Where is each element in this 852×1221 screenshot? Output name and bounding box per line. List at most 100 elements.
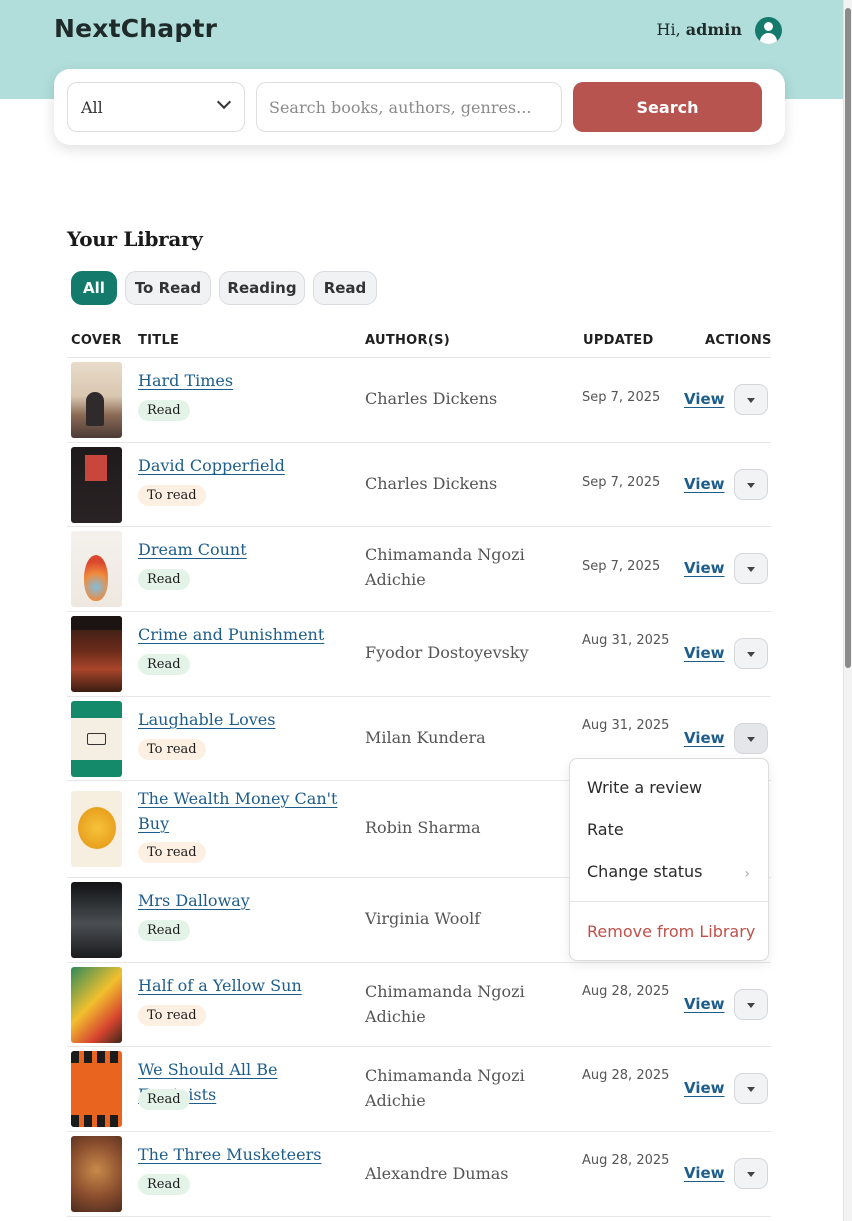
user-avatar-icon[interactable] bbox=[755, 17, 782, 44]
user-greeting: Hi, admin bbox=[657, 20, 742, 39]
book-author: Virginia Woolf bbox=[365, 909, 481, 928]
book-title-link[interactable]: The Wealth Money Can't Buy bbox=[138, 786, 358, 836]
filter-all[interactable]: All bbox=[71, 271, 117, 305]
scrollbar-thumb[interactable] bbox=[845, 8, 851, 668]
book-author: Chimamanda Ngozi Adichie bbox=[365, 545, 525, 589]
book-title-link[interactable]: Dream Count bbox=[138, 537, 358, 562]
chevron-right-icon: › bbox=[744, 866, 750, 882]
menu-item-change-status[interactable]: Change status bbox=[587, 862, 703, 881]
status-badge: Read bbox=[138, 1089, 190, 1110]
table-row: Crime and Punishment Read Fyodor Dostoye… bbox=[67, 612, 771, 696]
book-cover-image[interactable] bbox=[71, 791, 122, 867]
table-row: Hard Times Read Charles Dickens Sep 7, 2… bbox=[67, 358, 771, 442]
menu-item-write-review[interactable]: Write a review bbox=[587, 778, 702, 797]
actions-menu: Write a review Rate Change status › Remo… bbox=[569, 758, 769, 961]
book-title-link[interactable]: David Copperfield bbox=[138, 453, 358, 478]
updated-date: Aug 31, 2025 bbox=[582, 633, 670, 648]
status-badge: To read bbox=[138, 1005, 206, 1026]
search-button[interactable]: Search bbox=[573, 82, 762, 132]
actions-dropdown-button[interactable] bbox=[734, 1158, 768, 1189]
view-link[interactable]: View bbox=[684, 729, 725, 747]
book-cover-image[interactable] bbox=[71, 531, 122, 607]
updated-date: Aug 28, 2025 bbox=[582, 1153, 670, 1168]
updated-date: Sep 7, 2025 bbox=[582, 390, 661, 405]
view-link[interactable]: View bbox=[684, 475, 725, 493]
view-link[interactable]: View bbox=[684, 995, 725, 1013]
chevron-down-icon bbox=[216, 94, 232, 110]
menu-item-rate[interactable]: Rate bbox=[587, 820, 624, 839]
book-author: Alexandre Dumas bbox=[365, 1164, 509, 1183]
book-cover-image[interactable] bbox=[71, 362, 122, 438]
row-divider bbox=[67, 1216, 771, 1217]
updated-date: Sep 7, 2025 bbox=[582, 559, 661, 574]
filter-to-read[interactable]: To Read bbox=[125, 271, 211, 305]
menu-divider bbox=[570, 901, 768, 902]
updated-date: Aug 28, 2025 bbox=[582, 984, 670, 999]
book-author: Milan Kundera bbox=[365, 728, 486, 747]
book-author: Chimamanda Ngozi Adichie bbox=[365, 982, 525, 1026]
status-badge: To read bbox=[138, 485, 206, 506]
username: admin bbox=[685, 20, 742, 39]
status-badge: Read bbox=[138, 1174, 190, 1195]
updated-date: Aug 28, 2025 bbox=[582, 1068, 670, 1083]
table-row: The Three Musketeers Read Alexandre Duma… bbox=[67, 1132, 771, 1216]
table-row: Dream Count Read Chimamanda Ngozi Adichi… bbox=[67, 527, 771, 611]
book-title-link[interactable]: Crime and Punishment bbox=[138, 622, 358, 647]
status-badge: Read bbox=[138, 569, 190, 590]
book-cover-image[interactable] bbox=[71, 967, 122, 1043]
brand-logo[interactable]: NextChaptr bbox=[54, 14, 217, 43]
book-cover-image[interactable] bbox=[71, 1051, 122, 1127]
updated-date: Aug 31, 2025 bbox=[582, 718, 670, 733]
library-title: Your Library bbox=[67, 227, 203, 251]
category-select-value: All bbox=[81, 98, 103, 117]
view-link[interactable]: View bbox=[684, 559, 725, 577]
column-header-authors: AUTHOR(S) bbox=[365, 333, 450, 348]
view-link[interactable]: View bbox=[684, 1079, 725, 1097]
updated-date: Sep 7, 2025 bbox=[582, 475, 661, 490]
book-author: Robin Sharma bbox=[365, 818, 481, 837]
column-header-updated: UPDATED bbox=[583, 333, 654, 348]
actions-dropdown-button[interactable] bbox=[734, 553, 768, 584]
status-badge: To read bbox=[138, 739, 206, 760]
table-row: Half of a Yellow Sun To read Chimamanda … bbox=[67, 963, 771, 1047]
book-cover-image[interactable] bbox=[71, 447, 122, 523]
actions-dropdown-button[interactable] bbox=[734, 638, 768, 669]
book-title-link[interactable]: Laughable Loves bbox=[138, 707, 358, 732]
book-placeholder-icon bbox=[87, 733, 106, 745]
filter-read[interactable]: Read bbox=[313, 271, 377, 305]
book-cover-image[interactable] bbox=[71, 616, 122, 692]
actions-dropdown-button[interactable] bbox=[734, 1073, 768, 1104]
actions-dropdown-button[interactable] bbox=[734, 469, 768, 500]
column-header-cover: COVER bbox=[71, 333, 122, 348]
book-cover-image[interactable] bbox=[71, 701, 122, 777]
status-badge: Read bbox=[138, 920, 190, 941]
menu-item-remove-from-library[interactable]: Remove from Library bbox=[587, 922, 755, 941]
category-select[interactable]: All bbox=[67, 82, 245, 132]
view-link[interactable]: View bbox=[684, 390, 725, 408]
table-row: We Should All Be Feminists Read Chimaman… bbox=[67, 1047, 771, 1131]
actions-dropdown-button[interactable] bbox=[734, 723, 768, 754]
status-badge: To read bbox=[138, 842, 206, 863]
book-author: Charles Dickens bbox=[365, 389, 498, 408]
actions-dropdown-button[interactable] bbox=[734, 384, 768, 415]
view-link[interactable]: View bbox=[684, 644, 725, 662]
search-card: All Search bbox=[54, 69, 785, 145]
actions-dropdown-button[interactable] bbox=[734, 989, 768, 1020]
book-title-link[interactable]: Hard Times bbox=[138, 368, 358, 393]
book-author: Charles Dickens bbox=[365, 474, 498, 493]
book-author: Chimamanda Ngozi Adichie bbox=[365, 1066, 525, 1110]
book-title-link[interactable]: Mrs Dalloway bbox=[138, 888, 358, 913]
book-cover-image[interactable] bbox=[71, 882, 122, 958]
view-link[interactable]: View bbox=[684, 1164, 725, 1182]
column-header-actions: ACTIONS bbox=[705, 333, 772, 348]
book-author: Fyodor Dostoyevsky bbox=[365, 643, 529, 662]
book-title-link[interactable]: The Three Musketeers bbox=[138, 1142, 358, 1167]
filter-reading[interactable]: Reading bbox=[219, 271, 305, 305]
status-badge: Read bbox=[138, 654, 190, 675]
book-title-link[interactable]: Half of a Yellow Sun bbox=[138, 973, 358, 998]
book-cover-image[interactable] bbox=[71, 1136, 122, 1212]
table-row: David Copperfield To read Charles Dicken… bbox=[67, 443, 771, 527]
greeting-prefix: Hi, bbox=[656, 20, 681, 39]
search-input[interactable] bbox=[256, 82, 562, 132]
status-badge: Read bbox=[138, 400, 190, 421]
